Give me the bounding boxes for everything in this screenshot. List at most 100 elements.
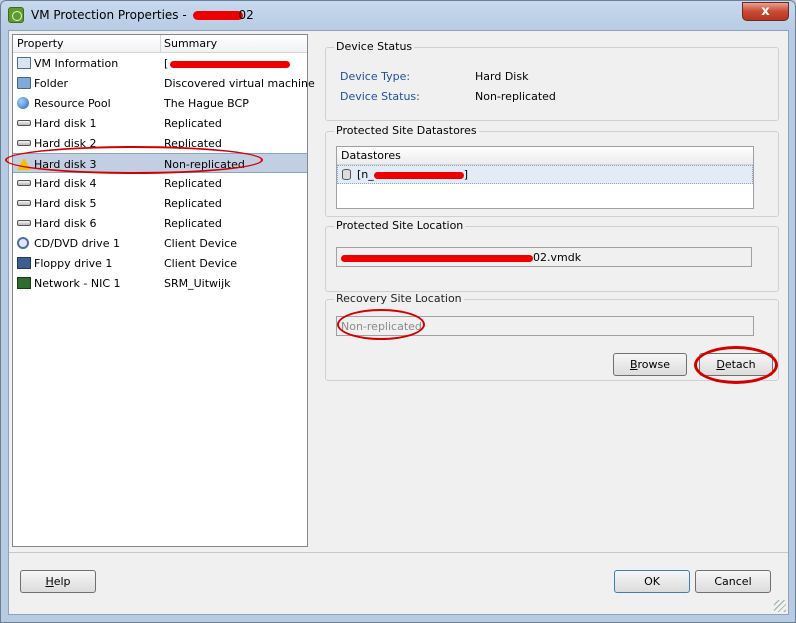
list-item-hard-disk-1[interactable]: Hard disk 1 Replicated	[13, 113, 307, 133]
property-summary: Client Device	[164, 237, 237, 250]
datastores-column-label: Datastores	[341, 149, 401, 162]
help-button[interactable]: Help	[20, 570, 96, 593]
protected-datastores-title: Protected Site Datastores	[334, 124, 479, 137]
warning-icon	[17, 158, 31, 170]
property-summary: Discovered virtual machine	[164, 77, 315, 90]
detach-mnemonic: D	[716, 358, 725, 371]
redacted-path	[341, 254, 533, 262]
protected-location-field[interactable]: 02.vmdk	[336, 247, 752, 267]
list-item-floppy-drive-1[interactable]: Floppy drive 1 Client Device	[13, 253, 307, 273]
list-item-folder[interactable]: Folder Discovered virtual machine	[13, 73, 315, 93]
property-name: Hard disk 4	[34, 177, 97, 190]
dialog-client-area: Property Summary VM Information [ Folder…	[5, 30, 789, 615]
property-summary: SRM_Uitwijk	[164, 277, 231, 290]
device-status-value: Non-replicated	[475, 90, 556, 103]
list-item-hard-disk-5[interactable]: Hard disk 5 Replicated	[13, 193, 307, 213]
ok-button[interactable]: OK	[614, 570, 690, 593]
device-type-value: Hard Disk	[475, 70, 529, 83]
vm-info-icon	[17, 57, 31, 69]
property-name: Resource Pool	[34, 97, 111, 110]
property-summary: [	[164, 57, 291, 70]
property-summary: The Hague BCP	[164, 97, 249, 110]
property-name: Folder	[34, 77, 68, 90]
footer-divider	[9, 552, 788, 553]
protected-location-title: Protected Site Location	[334, 219, 466, 232]
recovery-location-field: Non-replicated	[336, 316, 754, 336]
column-header-summary[interactable]: Summary	[164, 37, 217, 50]
window-title-prefix: VM Protection Properties -	[31, 8, 191, 22]
protected-location-path-suffix: 02.vmdk	[533, 251, 582, 264]
list-item-resource-pool[interactable]: Resource Pool The Hague BCP	[13, 93, 307, 113]
property-name: Hard disk 5	[34, 197, 97, 210]
protected-site-datastores-group: Protected Site Datastores Datastores [n_…	[325, 124, 779, 217]
list-item-hard-disk-3[interactable]: Hard disk 3 Non-replicated	[13, 153, 307, 173]
vm-protection-properties-window: VM Protection Properties - 02 x Property…	[0, 0, 796, 623]
property-name: VM Information	[34, 57, 119, 70]
property-summary: Replicated	[164, 177, 222, 190]
list-item-cd-dvd-drive-1[interactable]: CD/DVD drive 1 Client Device	[13, 233, 307, 253]
redacted-vm-name	[192, 11, 243, 20]
property-list[interactable]: Property Summary VM Information [ Folder…	[12, 34, 315, 547]
hard-disk-icon	[17, 120, 31, 126]
list-item-hard-disk-6[interactable]: Hard disk 6 Replicated	[13, 213, 307, 233]
device-type-label: Device Type:	[340, 70, 411, 83]
column-separator[interactable]	[160, 35, 161, 52]
property-name: Hard disk 6	[34, 217, 97, 230]
datastore-row[interactable]: [n_]	[337, 165, 753, 184]
redacted-summary	[170, 60, 291, 68]
property-name: Hard disk 2	[34, 137, 97, 150]
hard-disk-icon	[17, 140, 31, 146]
network-nic-icon	[17, 277, 31, 289]
property-name: Hard disk 1	[34, 117, 97, 130]
datastore-name-close: ]	[463, 168, 469, 181]
hard-disk-icon	[17, 220, 31, 226]
list-item-hard-disk-4[interactable]: Hard disk 4 Replicated	[13, 173, 307, 193]
folder-icon	[17, 77, 31, 89]
list-header: Property Summary	[13, 35, 307, 53]
recovery-site-location-group: Recovery Site Location Non-replicated Br…	[325, 292, 779, 381]
floppy-icon	[17, 257, 31, 269]
datastore-icon	[342, 169, 351, 180]
datastores-grid[interactable]: Datastores [n_]	[336, 146, 754, 209]
property-name: CD/DVD drive 1	[34, 237, 120, 250]
column-header-property[interactable]: Property	[17, 37, 64, 50]
datastore-name-text: [n_	[357, 168, 374, 181]
property-summary: Replicated	[164, 117, 222, 130]
browse-label: rowse	[637, 358, 671, 371]
resize-grip-icon[interactable]	[774, 600, 786, 612]
detach-label: etach	[724, 358, 756, 371]
cancel-button[interactable]: Cancel	[695, 570, 771, 593]
recovery-location-title: Recovery Site Location	[334, 292, 464, 305]
list-item-vm-information[interactable]: VM Information [	[13, 53, 307, 73]
property-summary: Replicated	[164, 217, 222, 230]
property-summary: Non-replicated	[164, 158, 245, 171]
help-mnemonic: H	[45, 575, 54, 588]
device-status-label: Device Status:	[340, 90, 420, 103]
list-item-hard-disk-2[interactable]: Hard disk 2 Replicated	[13, 133, 307, 153]
close-button[interactable]: x	[742, 2, 789, 21]
resource-pool-icon	[17, 97, 29, 109]
window-title: VM Protection Properties - 02	[31, 8, 254, 22]
property-name: Floppy drive 1	[34, 257, 113, 270]
property-summary-text: [	[164, 57, 169, 70]
help-label: elp	[53, 575, 71, 588]
redacted-datastore	[373, 171, 464, 179]
device-status-title: Device Status	[334, 40, 415, 53]
datastores-column-header[interactable]: Datastores	[337, 147, 753, 165]
property-name: Hard disk 3	[34, 158, 97, 171]
title-bar[interactable]: VM Protection Properties - 02 x	[1, 1, 795, 31]
detach-button[interactable]: Detach	[699, 353, 773, 376]
device-status-group: Device Status Device Type: Hard Disk Dev…	[325, 40, 779, 121]
property-name: Network - NIC 1	[34, 277, 121, 290]
property-summary: Replicated	[164, 197, 222, 210]
list-item-network-nic-1[interactable]: Network - NIC 1 SRM_Uitwijk	[13, 273, 307, 293]
browse-mnemonic: B	[629, 358, 638, 371]
cd-dvd-icon	[17, 237, 29, 249]
datastore-name: [n_]	[357, 168, 468, 181]
vsphere-app-icon	[8, 7, 24, 23]
property-summary: Client Device	[164, 257, 237, 270]
hard-disk-icon	[17, 180, 31, 186]
browse-button[interactable]: Browse	[613, 353, 687, 376]
window-title-suffix: 02	[238, 8, 254, 22]
hard-disk-icon	[17, 200, 31, 206]
